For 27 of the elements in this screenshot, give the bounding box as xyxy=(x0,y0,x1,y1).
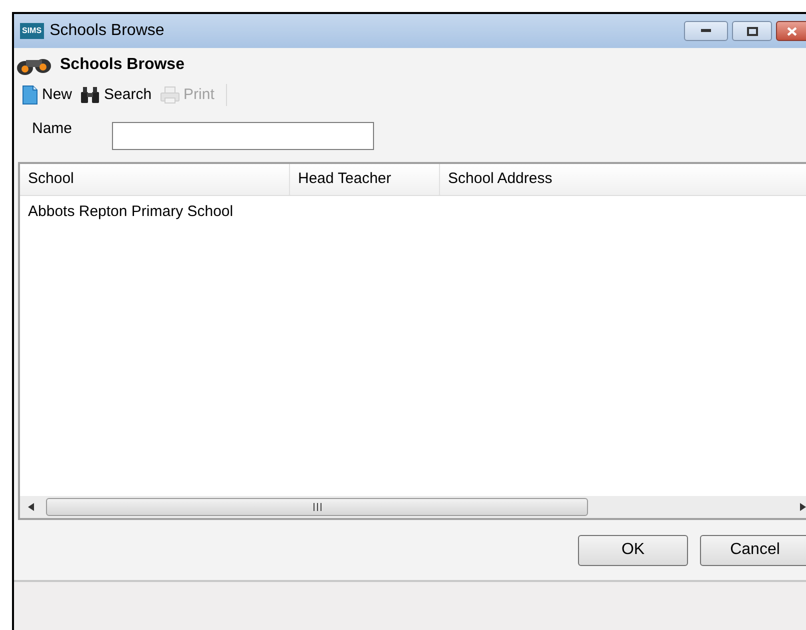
column-header[interactable]: School Address xyxy=(440,164,806,195)
scrollbar-thumb[interactable] xyxy=(46,498,588,516)
toolbar-button[interactable]: Search xyxy=(80,84,152,106)
grip-icon xyxy=(312,503,322,511)
table-cell: Abbots Repton Primary School xyxy=(28,202,234,220)
maximize-button[interactable] xyxy=(732,21,772,41)
toolbar-button[interactable]: New xyxy=(22,84,72,106)
scroll-right-icon xyxy=(800,503,806,511)
horizontal-scrollbar[interactable] xyxy=(20,496,806,518)
dialog-button[interactable]: OK xyxy=(578,534,688,566)
document-icon xyxy=(22,85,38,105)
minimize-button[interactable] xyxy=(684,21,728,41)
field-label: Name xyxy=(32,119,74,139)
restore-icon xyxy=(746,26,758,36)
window-title: Schools Browse xyxy=(50,21,164,41)
binoculars-icon xyxy=(80,86,100,104)
minimize-icon xyxy=(701,29,711,33)
close-icon xyxy=(787,26,797,36)
column-header[interactable]: Head Teacher xyxy=(290,164,440,195)
app-logo: SIMS xyxy=(20,23,44,39)
name-field[interactable] xyxy=(112,122,374,150)
close-button[interactable] xyxy=(776,21,806,41)
page-heading: Schools Browse xyxy=(60,55,184,75)
printer-icon xyxy=(160,86,180,104)
dialog-button[interactable]: Cancel xyxy=(700,534,806,566)
column-header[interactable]: School xyxy=(20,164,290,195)
scroll-left-icon xyxy=(28,503,34,511)
